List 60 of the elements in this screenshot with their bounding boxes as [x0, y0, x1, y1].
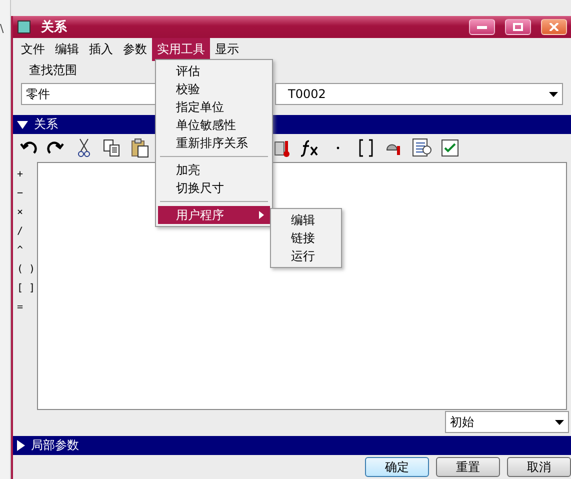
operator-button[interactable]: + [17, 166, 37, 182]
sort-select[interactable]: 初始 [445, 411, 569, 433]
dialog-button[interactable]: 确定 [365, 457, 429, 477]
maximize-button[interactable] [505, 19, 531, 35]
operator-button[interactable]: ( ) [17, 261, 37, 277]
caret-icon [549, 92, 558, 96]
operator-button[interactable]: ^ [17, 242, 37, 258]
operator-button[interactable]: × [17, 204, 37, 220]
scissors-icon [78, 138, 90, 158]
menu-item[interactable]: 编辑 [273, 211, 339, 229]
menu-item[interactable]: 实用工具 [152, 38, 210, 60]
background-text: \ [0, 22, 4, 35]
menu-item[interactable]: 加亮 [158, 161, 270, 179]
menu-item[interactable]: 编辑 [50, 38, 84, 60]
menu-item[interactable]: 插入 [84, 38, 118, 60]
maximize-icon [513, 23, 523, 31]
scope-label: 查找范围 [28, 62, 77, 79]
copy-icon [103, 139, 121, 157]
menu-item[interactable]: 校验 [158, 80, 270, 98]
menu-item[interactable]: 链接 [273, 229, 339, 247]
operator-button[interactable]: = [17, 299, 37, 315]
toolbar-button[interactable] [411, 137, 433, 159]
menu-item[interactable]: 显示 [210, 38, 244, 60]
operator-button[interactable]: / [17, 223, 37, 239]
menu-item[interactable]: 评估 [158, 62, 270, 80]
menu-item[interactable]: 重新排序关系 [158, 134, 270, 152]
toolbar-button[interactable] [129, 137, 151, 159]
brackets-icon [358, 138, 374, 158]
model-select[interactable]: T0002 [275, 83, 563, 105]
operator-button[interactable]: − [17, 185, 37, 201]
collapse-icon[interactable] [17, 120, 28, 128]
menu-item[interactable]: 参数 [118, 38, 152, 60]
toolbar-button[interactable] [439, 137, 461, 159]
section-title: 局部参数 [31, 437, 79, 454]
dot-icon [336, 146, 340, 150]
close-button[interactable] [541, 19, 567, 35]
menu-item[interactable]: 切换尺寸 [158, 179, 270, 197]
caret-icon [555, 420, 564, 424]
dialog-button[interactable]: 重置 [436, 457, 500, 477]
menu-item[interactable]: 单位敏感性 [158, 116, 270, 134]
minimize-icon [477, 26, 487, 28]
thermometer-icon [274, 138, 290, 158]
operator-button[interactable]: [ ] [17, 280, 37, 296]
expand-icon[interactable] [17, 440, 25, 451]
clipboard-icon [131, 138, 149, 158]
function-icon [300, 139, 320, 157]
dialog-button[interactable]: 取消 [507, 457, 571, 477]
list-icon [412, 138, 432, 158]
minimize-button[interactable] [469, 19, 495, 35]
menu-item[interactable]: 文件 [16, 38, 50, 60]
redo-icon [47, 141, 65, 155]
checklist-icon [441, 139, 459, 157]
window-title: 关系 [41, 18, 68, 36]
undo-icon [19, 141, 37, 155]
submenu-arrow-icon [259, 211, 264, 219]
app-icon [17, 20, 31, 34]
close-icon [549, 23, 559, 31]
submenu-item[interactable]: 用户程序 [158, 206, 270, 224]
section-title: 关系 [34, 116, 58, 133]
menu-item[interactable]: 运行 [273, 247, 339, 265]
